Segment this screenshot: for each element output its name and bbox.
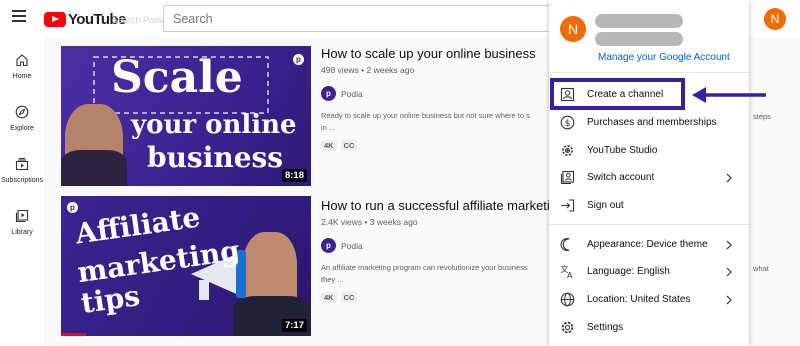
menu-item-label: Switch account xyxy=(587,172,655,183)
side-nav: Home Explore Subscriptions Library xyxy=(0,42,44,250)
moon-icon xyxy=(560,237,570,252)
description-line: An affiliate marketing program can revol… xyxy=(321,263,528,272)
ghost-search-text: Search Podia xyxy=(112,15,167,25)
podia-badge-icon: p xyxy=(293,54,304,65)
chevron-right-icon xyxy=(726,267,732,276)
hamburger-menu-icon[interactable] xyxy=(12,10,26,22)
thumbnail-text-line: tips xyxy=(78,279,142,320)
pointer-arrow-icon xyxy=(692,87,766,103)
gear-icon xyxy=(562,145,573,156)
subscriptions-icon xyxy=(15,158,29,171)
svg-text:$: $ xyxy=(565,119,571,129)
channel-name: Podia xyxy=(341,240,363,251)
sidebar-item-label: Library xyxy=(11,229,33,236)
manage-account-link[interactable]: Manage your Google Account xyxy=(598,52,730,63)
menu-divider xyxy=(549,224,749,225)
account-avatar-button[interactable]: N xyxy=(764,8,786,30)
chevron-right-icon xyxy=(726,240,732,249)
menu-item-label: Purchases and memberships xyxy=(587,117,717,128)
menu-item-label: Appearance: Device theme xyxy=(587,239,708,250)
presenter-shirt xyxy=(61,150,127,186)
description-line: Ready to scale up your online business b… xyxy=(321,111,530,120)
video-description: Ready to scale up your online business b… xyxy=(321,110,553,134)
sign-out-icon xyxy=(561,199,575,212)
video-thumbnail[interactable]: Affiliate marketing tips p 7:17 xyxy=(61,196,311,336)
search-box[interactable] xyxy=(163,5,563,32)
menu-item-label: YouTube Studio xyxy=(587,145,658,156)
sidebar-item-explore[interactable]: Explore xyxy=(0,94,44,146)
youtube-logo[interactable]: YouTube Search Podia xyxy=(44,11,166,28)
description-line: in ... xyxy=(321,123,336,132)
menu-item-label: Location: United States xyxy=(587,294,691,305)
menu-item-label: Language: English xyxy=(587,266,670,277)
account-menu: N Manage your Google Account Create a ch… xyxy=(549,0,749,346)
menu-item-label: Sign out xyxy=(587,200,624,211)
thumbnail-text-line: business xyxy=(147,141,284,174)
captions-badge: CC xyxy=(340,140,358,151)
youtube-play-icon xyxy=(44,12,66,27)
description-line: they ... xyxy=(321,275,344,284)
switch-account-icon xyxy=(560,170,575,185)
menu-item-language[interactable]: 文A Language: English xyxy=(549,258,749,285)
channel-avatar: p xyxy=(321,86,336,101)
channel-name: Podia xyxy=(341,88,363,99)
svg-text:A: A xyxy=(567,271,573,279)
video-description: An affiliate marketing program can revol… xyxy=(321,262,553,286)
duration-badge: 7:17 xyxy=(281,319,307,332)
sidebar-item-subscriptions[interactable]: Subscriptions xyxy=(0,146,44,198)
sidebar-item-label: Explore xyxy=(10,125,34,132)
redacted-email xyxy=(595,32,683,46)
quality-badge: 4K xyxy=(321,292,337,303)
thumbnail-text-line: your online xyxy=(131,110,297,140)
description-overflow-text: what xyxy=(753,264,769,273)
captions-badge: CC xyxy=(340,292,358,303)
video-thumbnail[interactable]: Scale your online business p 8:18 xyxy=(61,46,311,186)
menu-item-switch-account[interactable]: Switch account xyxy=(549,164,749,191)
menu-avatar: N xyxy=(560,16,586,42)
home-icon xyxy=(16,54,28,67)
chevron-right-icon xyxy=(726,173,732,182)
duration-badge: 8:18 xyxy=(281,169,307,182)
menu-item-appearance[interactable]: Appearance: Device theme xyxy=(549,231,749,258)
menu-item-youtube-studio[interactable]: YouTube Studio xyxy=(549,137,749,164)
menu-item-sign-out[interactable]: Sign out xyxy=(549,192,749,219)
redacted-name xyxy=(595,14,683,28)
sidebar-item-home[interactable]: Home xyxy=(0,42,44,94)
menu-divider xyxy=(549,72,749,73)
settings-icon xyxy=(561,321,574,334)
thumbnail-text-line: Scale xyxy=(111,52,243,103)
translate-icon: 文A xyxy=(561,264,574,279)
globe-icon xyxy=(560,292,575,307)
search-input[interactable] xyxy=(164,6,562,31)
chevron-right-icon xyxy=(726,295,732,304)
sidebar-item-label: Home xyxy=(12,73,32,80)
menu-item-location[interactable]: Location: United States xyxy=(549,286,749,313)
library-icon xyxy=(15,209,29,223)
description-overflow-text: steps xyxy=(753,112,771,121)
sidebar-item-library[interactable]: Library xyxy=(0,198,44,250)
compass-icon xyxy=(15,105,29,119)
menu-item-label: Settings xyxy=(587,322,624,333)
watch-progress-bar xyxy=(61,333,86,336)
quality-badge: 4K xyxy=(321,140,337,151)
dollar-circle-icon: $ xyxy=(560,115,575,130)
menu-item-settings[interactable]: Settings xyxy=(549,314,749,341)
menu-item-purchases[interactable]: $ Purchases and memberships xyxy=(549,109,749,136)
podia-badge-icon: p xyxy=(67,202,78,213)
channel-avatar: p xyxy=(321,238,336,253)
create-channel-highlight-box xyxy=(550,78,685,110)
sidebar-item-label: Subscriptions xyxy=(0,177,44,184)
